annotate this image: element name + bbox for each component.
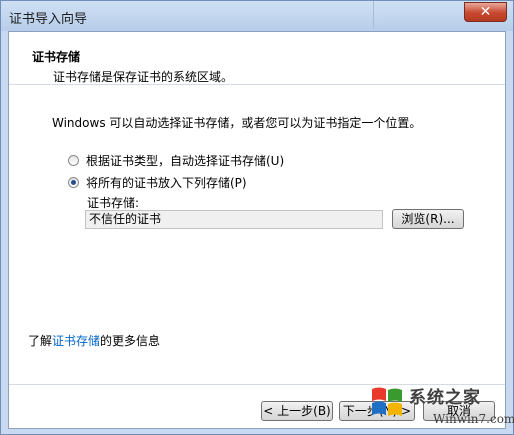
radio-auto-icon[interactable] <box>68 155 79 166</box>
page-subtitle: 证书存储是保存证书的系统区域。 <box>53 70 234 84</box>
radio-place-label: 将所有的证书放入下列存储(P) <box>86 176 247 190</box>
windows-logo-icon <box>372 387 402 416</box>
back-button[interactable]: < 上一步(B) <box>261 401 333 421</box>
watermark-url: Winwin7.com <box>433 412 514 426</box>
close-button[interactable]: ✕ <box>464 2 507 22</box>
radio-place-icon[interactable] <box>68 177 79 188</box>
learn-more-text: 了解证书存储的更多信息 <box>28 332 160 349</box>
store-field: 不信任的证书 <box>85 210 383 229</box>
title-divider <box>373 1 374 29</box>
wizard-page: 证书存储 证书存储是保存证书的系统区域。 Windows 可以自动选择证书存储，… <box>8 31 514 432</box>
learn-more-prefix: 了解 <box>28 334 53 348</box>
browse-button[interactable]: 浏览(R)... <box>392 209 464 229</box>
description-text: Windows 可以自动选择证书存储，或者您可以为证书指定一个位置。 <box>52 116 422 130</box>
radio-place-all[interactable]: 将所有的证书放入下列存储(P) <box>68 174 247 191</box>
learn-more-link[interactable]: 证书存储 <box>52 334 100 348</box>
radio-auto-select[interactable]: 根据证书类型，自动选择证书存储(U) <box>68 152 284 169</box>
learn-more-suffix: 的更多信息 <box>100 334 161 348</box>
window-title: 证书导入向导 <box>9 12 88 27</box>
wizard-window: 证书导入向导 ✕ 证书存储 证书存储是保存证书的系统区域。 Windows 可以… <box>0 0 514 435</box>
page-title: 证书存储 <box>32 50 81 64</box>
watermark-brand: 系统之家 <box>409 388 481 408</box>
wizard-header: 证书存储 证书存储是保存证书的系统区域。 <box>9 32 505 85</box>
radio-auto-label: 根据证书类型，自动选择证书存储(U) <box>86 154 285 168</box>
title-bar[interactable]: 证书导入向导 ✕ <box>1 1 513 31</box>
store-label: 证书存储: <box>87 196 140 210</box>
close-icon: ✕ <box>479 4 492 20</box>
watermark: 系统之家 Winwin7.com <box>361 380 514 432</box>
